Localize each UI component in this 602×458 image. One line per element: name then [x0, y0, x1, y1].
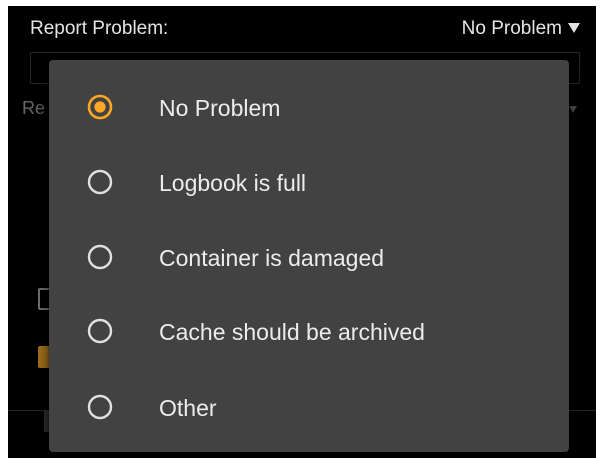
report-problem-value[interactable]: No Problem	[462, 18, 562, 40]
problem-select-dialog: No Problem Logbook is full Container is …	[49, 60, 569, 452]
option-label: Logbook is full	[159, 170, 307, 196]
radio-unselected-icon[interactable]	[87, 169, 113, 195]
radio-selected-icon[interactable]	[87, 94, 113, 120]
option-container-damaged[interactable]: Container is damaged	[49, 223, 569, 291]
log-cache-screen: Report Problem: No Problem Re No Problem	[8, 6, 596, 458]
report-problem-row[interactable]: Report Problem: No Problem	[8, 6, 596, 54]
report-problem-label: Report Problem:	[30, 18, 169, 39]
radio-unselected-icon[interactable]	[87, 394, 113, 420]
option-label: Cache should be archived	[159, 319, 425, 345]
radio-unselected-icon[interactable]	[87, 244, 113, 270]
option-label: Container is damaged	[159, 245, 385, 271]
option-other[interactable]: Other	[49, 373, 569, 441]
triangle-down-icon[interactable]	[566, 20, 582, 36]
radio-unselected-icon[interactable]	[87, 318, 113, 344]
option-label: No Problem	[159, 95, 281, 121]
triangle-down-icon	[569, 106, 577, 113]
option-no-problem[interactable]: No Problem	[49, 73, 569, 141]
option-cache-archived[interactable]: Cache should be archived	[49, 297, 569, 365]
option-label: Other	[159, 395, 217, 421]
option-logbook-full[interactable]: Logbook is full	[49, 148, 569, 216]
screen: Report Problem: No Problem Re No Problem	[0, 0, 602, 458]
background-field-label: Re	[22, 98, 46, 118]
